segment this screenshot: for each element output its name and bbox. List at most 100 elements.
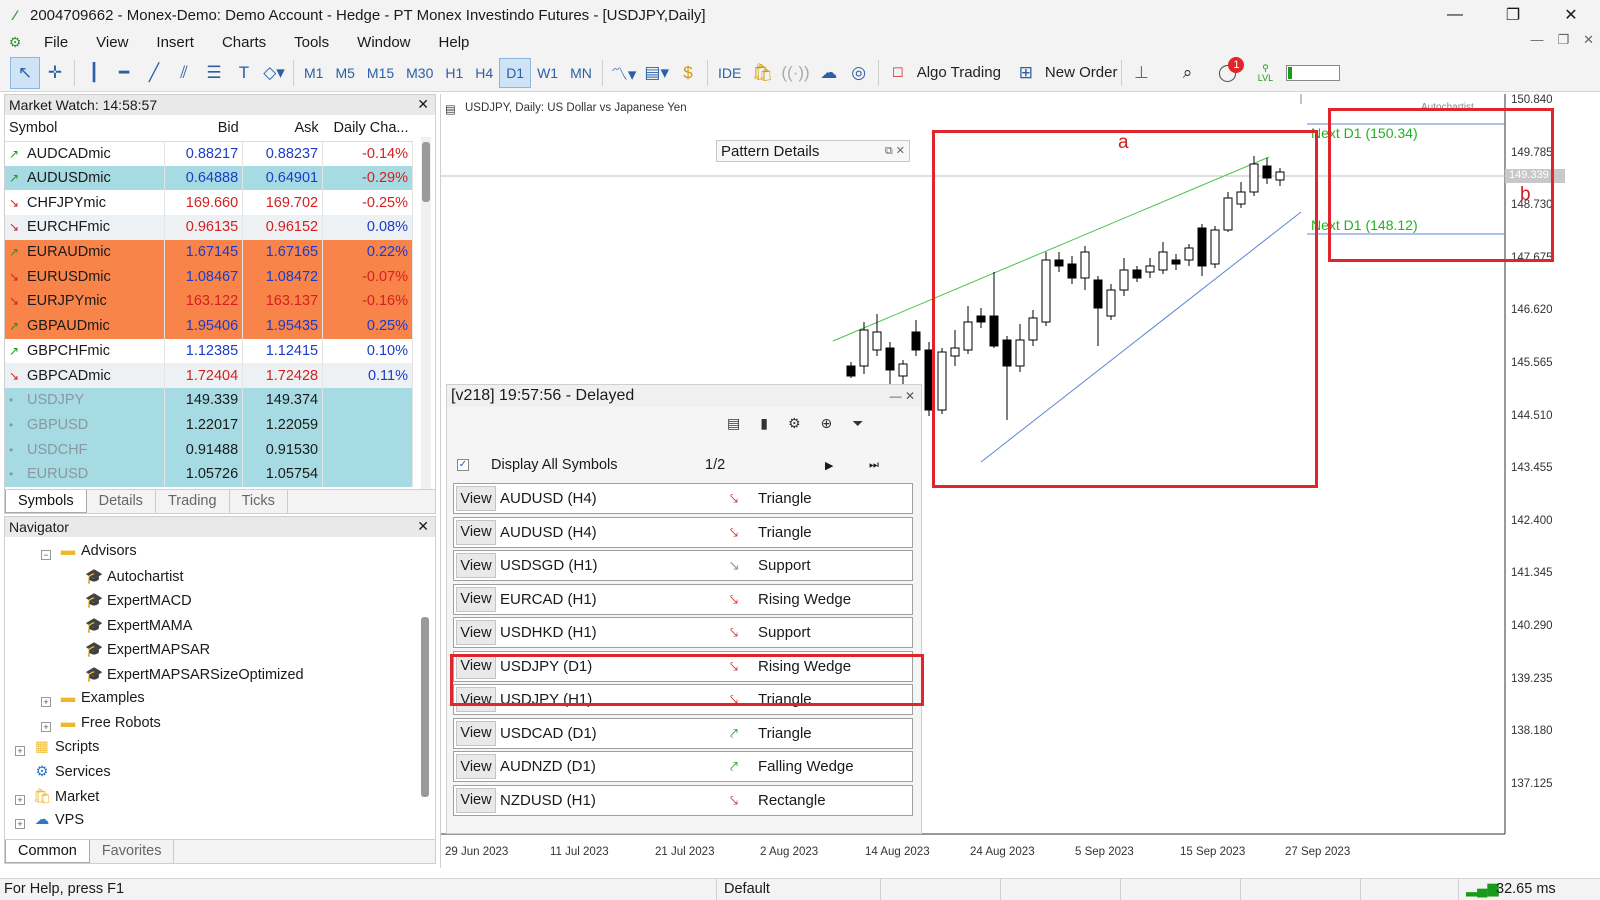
mdi-minimize-icon[interactable]: —: [1530, 32, 1543, 48]
pattern-row[interactable]: View AUDUSD (H4) ⤥ Triangle: [453, 483, 913, 514]
menu-view[interactable]: View: [82, 34, 142, 51]
fibonacci-icon[interactable]: ☰: [199, 57, 229, 89]
tab-symbols[interactable]: Symbols: [5, 490, 87, 513]
tab-trading[interactable]: Trading: [156, 490, 230, 513]
level-icon[interactable]: ⚲ LVL: [1250, 57, 1280, 89]
new-order-button[interactable]: New Order: [1045, 64, 1118, 81]
column-header-symbol[interactable]: Symbol: [5, 115, 165, 142]
close-icon[interactable]: ✕: [417, 518, 429, 535]
table-row[interactable]: ↗ GBPAUDmic 1.95406 1.95435 0.25%: [5, 313, 413, 339]
table-row[interactable]: ↗ GBPCHFmic 1.12385 1.12415 0.10%: [5, 338, 413, 364]
table-row[interactable]: ↘ EURJPYmic 163.122 163.137 -0.16%: [5, 289, 413, 314]
trendline-icon[interactable]: ╱: [139, 57, 169, 89]
timeframe-m15[interactable]: M15: [361, 58, 400, 88]
nav-market[interactable]: 🛍 Market: [31, 788, 100, 806]
nav-expertmapsarsizeoptimized[interactable]: 🎓 ExpertMAPSARSizeOptimized: [83, 666, 304, 684]
horizontal-line-icon[interactable]: ━: [109, 57, 139, 89]
tab-ticks[interactable]: Ticks: [230, 490, 288, 513]
timeframe-m1[interactable]: M1: [298, 58, 329, 88]
display-all-checkbox[interactable]: ✓: [457, 459, 469, 471]
last-page-icon[interactable]: ⏭: [869, 459, 879, 472]
nav-advisors[interactable]: ▬ Advisors: [57, 543, 137, 559]
gear-icon[interactable]: ⚙: [788, 415, 801, 432]
algo-trading-button[interactable]: Algo Trading: [917, 64, 1001, 81]
minimize-icon[interactable]: —: [1426, 0, 1484, 30]
ide-button[interactable]: IDE: [712, 58, 747, 88]
channel-icon[interactable]: ⫽: [169, 57, 199, 89]
view-button[interactable]: View: [456, 754, 496, 779]
cloud-icon[interactable]: ☁: [814, 57, 844, 89]
depth-of-market-icon[interactable]: ⊥: [1126, 57, 1156, 89]
column-header-ask[interactable]: Ask: [242, 115, 323, 142]
menu-file[interactable]: File: [30, 34, 82, 51]
timeframe-d1[interactable]: D1: [499, 57, 532, 88]
table-row[interactable]: • EURUSD 1.05726 1.05754: [5, 461, 413, 487]
pattern-row[interactable]: View NZDUSD (H1) ⤥ Rectangle: [453, 784, 913, 816]
collapse-icon[interactable]: −: [41, 550, 51, 560]
view-button[interactable]: View: [456, 620, 496, 645]
close-icon[interactable]: ✕: [417, 96, 429, 113]
table-row[interactable]: ↘ EURUSDmic 1.08467 1.08472 -0.07%: [5, 264, 413, 290]
table-row[interactable]: • GBPUSD 1.22017 1.22059: [5, 412, 413, 438]
close-icon[interactable]: ✕: [1542, 0, 1600, 30]
notifications-icon[interactable]: ◯ 1: [1212, 56, 1245, 89]
view-button[interactable]: View: [456, 787, 496, 813]
vertical-line-icon[interactable]: ┃: [79, 57, 109, 89]
table-row[interactable]: • USDCHF 0.91488 0.91530: [5, 437, 413, 462]
navigator-scrollbar[interactable]: [421, 617, 429, 797]
dollar-icon[interactable]: $: [673, 57, 703, 89]
tab-favorites[interactable]: Favorites: [90, 840, 175, 863]
market-bag-icon[interactable]: 🛍: [747, 57, 777, 89]
menu-window[interactable]: Window: [343, 34, 424, 51]
menu-charts[interactable]: Charts: [208, 34, 280, 51]
list-icon[interactable]: ▤: [727, 415, 740, 432]
algo-trading-icon[interactable]: ☐: [883, 57, 913, 89]
restore-icon[interactable]: ❐: [1484, 0, 1542, 30]
table-row[interactable]: ↘ CHFJPYmic 169.660 169.702 -0.25%: [5, 190, 413, 216]
view-button[interactable]: View: [456, 720, 496, 746]
pattern-row[interactable]: View AUDNZD (D1) ⤤ Falling Wedge: [453, 751, 913, 782]
nav-vps[interactable]: ☁ VPS: [31, 812, 84, 828]
timeframe-h4[interactable]: H4: [469, 58, 499, 88]
expand-icon[interactable]: +: [41, 697, 51, 707]
timeframe-h1[interactable]: H1: [439, 58, 469, 88]
pattern-row[interactable]: View USDCAD (D1) ⤤ Triangle: [453, 717, 913, 749]
shapes-icon[interactable]: ◇▾: [259, 57, 289, 89]
table-row[interactable]: ↗ EURAUDmic 1.67145 1.67165 0.22%: [5, 239, 413, 265]
timeframe-mn[interactable]: MN: [564, 58, 598, 88]
close-icon[interactable]: ✕: [896, 145, 905, 157]
filter-icon[interactable]: ⏷: [852, 415, 863, 432]
indicators-icon[interactable]: 〽▾: [607, 57, 641, 89]
view-button[interactable]: View: [456, 586, 496, 612]
column-header-daily-change[interactable]: Daily Cha...: [322, 115, 413, 142]
pattern-row[interactable]: View AUDUSD (H4) ⤥ Triangle: [453, 516, 913, 548]
pattern-row[interactable]: View USDSGD (H1) ↘ Support: [453, 550, 913, 581]
view-button[interactable]: View: [456, 553, 496, 578]
nav-services[interactable]: ⚙ Services: [31, 764, 111, 780]
expand-icon[interactable]: +: [41, 722, 51, 732]
nav-autochartist[interactable]: 🎓 Autochartist: [83, 568, 184, 586]
profile-name[interactable]: Default: [724, 881, 770, 897]
table-row[interactable]: • USDJPY 149.339 149.374: [5, 387, 413, 413]
tab-common[interactable]: Common: [5, 840, 90, 863]
expand-icon[interactable]: +: [15, 795, 25, 805]
expand-icon[interactable]: +: [15, 819, 25, 829]
nav-expertmapsar[interactable]: 🎓 ExpertMAPSAR: [83, 641, 210, 659]
save-icon[interactable]: ▮: [760, 415, 768, 432]
pattern-row[interactable]: View EURCAD (H1) ⤥ Rising Wedge: [453, 583, 913, 615]
signals-icon[interactable]: ((·)): [777, 57, 813, 89]
next-page-icon[interactable]: ▶: [825, 459, 869, 472]
pattern-row[interactable]: View USDHKD (H1) ⤥ Support: [453, 617, 913, 648]
nav-expertmama[interactable]: 🎓 ExpertMAMA: [83, 617, 192, 635]
table-row[interactable]: ↘ GBPCADmic 1.72404 1.72428 0.11%: [5, 363, 413, 388]
new-order-icon[interactable]: ⊞: [1011, 57, 1041, 89]
nav-examples[interactable]: ▬ Examples: [57, 690, 145, 706]
cursor-icon[interactable]: ↖: [10, 56, 40, 89]
table-row[interactable]: ↗ AUDUSDmic 0.64888 0.64901 -0.29%: [5, 165, 413, 191]
timeframe-m5[interactable]: M5: [329, 58, 360, 88]
crosshair-icon[interactable]: ✛: [40, 57, 70, 89]
mdi-close-icon[interactable]: ✕: [1583, 32, 1594, 48]
table-row[interactable]: ↗ AUDCADmic 0.88217 0.88237 -0.14%: [5, 141, 413, 166]
menu-insert[interactable]: Insert: [142, 34, 208, 51]
timeframe-w1[interactable]: W1: [531, 58, 564, 88]
